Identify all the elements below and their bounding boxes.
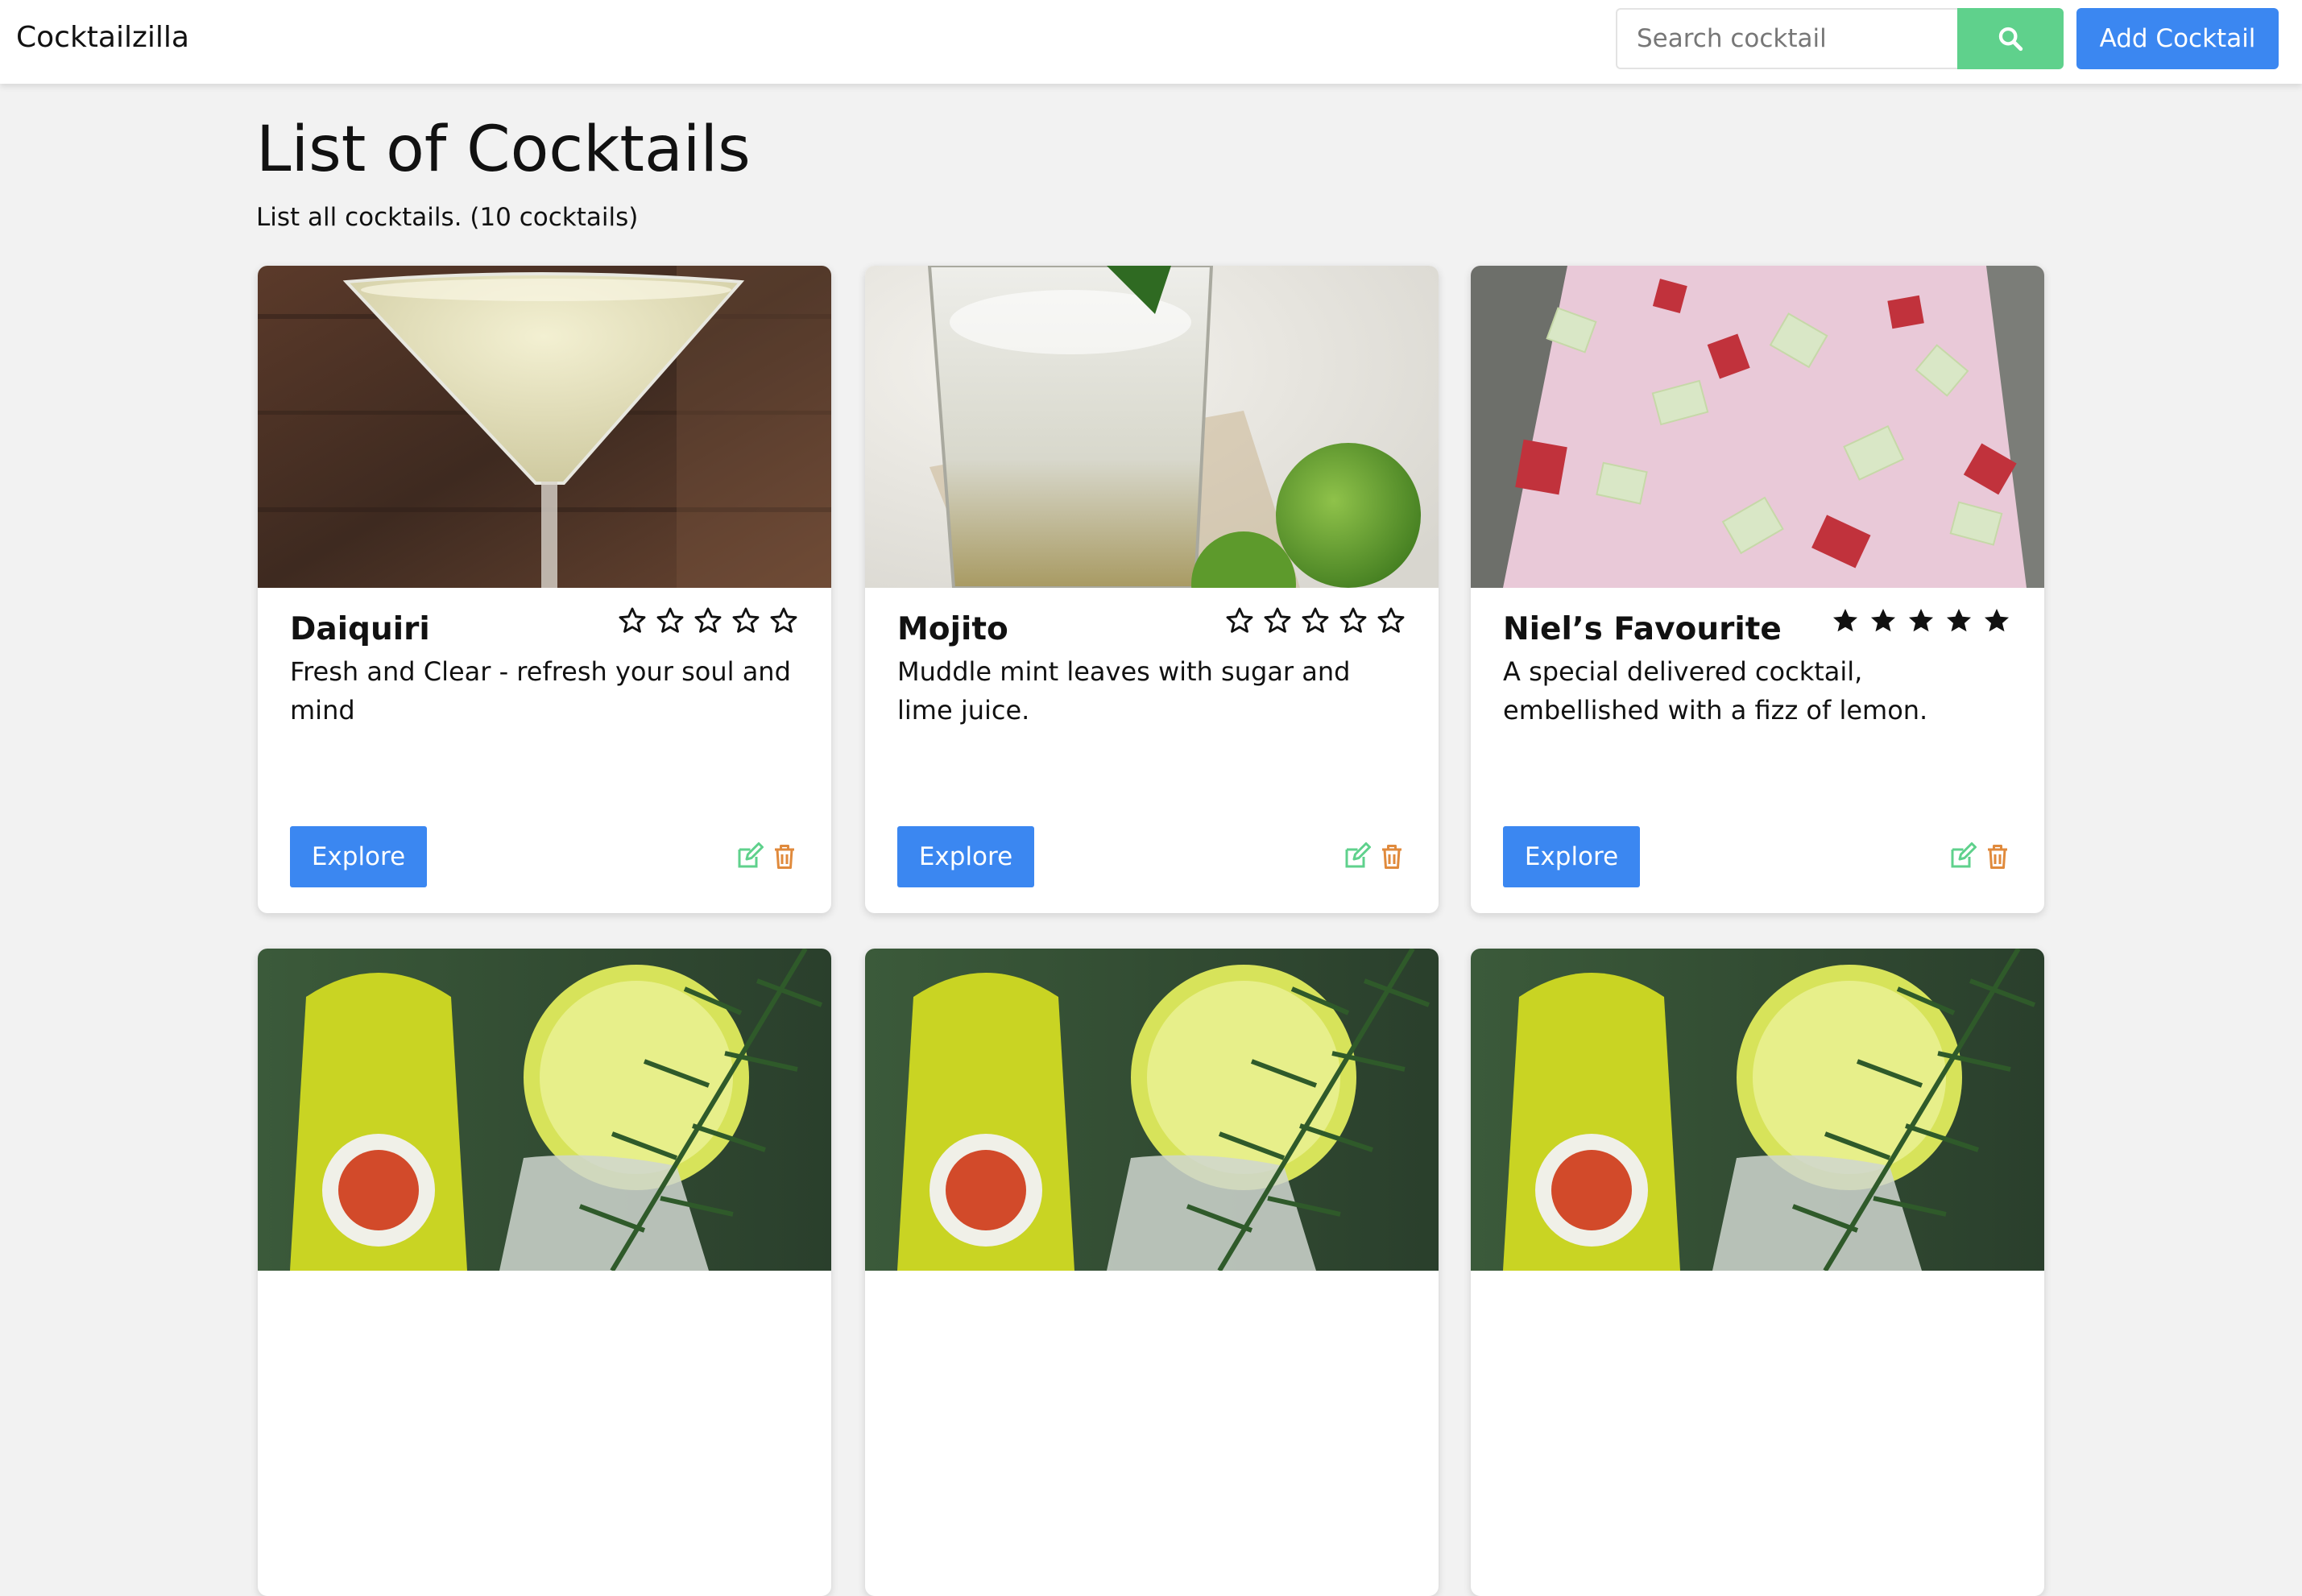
card-image[interactable] bbox=[865, 266, 1439, 588]
card-title: Daiquiri bbox=[290, 611, 430, 647]
brand-logo[interactable]: Cocktailzilla bbox=[16, 20, 189, 56]
star-outline-icon[interactable] bbox=[1376, 606, 1406, 636]
star-filled-icon[interactable] bbox=[1906, 606, 1936, 636]
cocktail-card bbox=[258, 949, 831, 1596]
navbar: Cocktailzilla Add Cocktail bbox=[0, 0, 2302, 84]
star-outline-icon[interactable] bbox=[1338, 606, 1368, 636]
card-description: Fresh and Clear - refresh your soul and … bbox=[290, 656, 791, 726]
search-input[interactable] bbox=[1616, 8, 1957, 69]
cocktail-card: Mojito Muddle mint leaves with sugar and… bbox=[865, 266, 1439, 913]
rosemary-lime-cocktail-photo bbox=[258, 949, 831, 1271]
star-filled-icon[interactable] bbox=[1830, 606, 1861, 636]
cocktail-card: Niel’s Favourite A special delivered coc… bbox=[1471, 266, 2044, 913]
search-icon bbox=[1998, 27, 2023, 52]
cocktail-card bbox=[1471, 949, 2044, 1596]
page-title: List of Cocktails bbox=[256, 114, 751, 186]
card-image[interactable] bbox=[865, 949, 1439, 1271]
star-rating[interactable] bbox=[1224, 606, 1406, 636]
add-cocktail-button[interactable]: Add Cocktail bbox=[2076, 8, 2279, 69]
star-outline-icon[interactable] bbox=[1300, 606, 1331, 636]
card-actions bbox=[1948, 842, 2012, 871]
card-description: A special delivered cocktail, embellishe… bbox=[1503, 656, 1928, 726]
card-actions bbox=[1342, 842, 1406, 871]
cocktail-card: Daiquiri Fresh and Clear - refresh your … bbox=[258, 266, 831, 913]
card-actions bbox=[735, 842, 799, 871]
star-outline-icon[interactable] bbox=[655, 606, 685, 636]
edit-icon[interactable] bbox=[1342, 842, 1371, 871]
search-button[interactable] bbox=[1957, 8, 2064, 69]
trash-icon[interactable] bbox=[1983, 842, 2012, 871]
card-description: Muddle mint leaves with sugar and lime j… bbox=[897, 656, 1351, 726]
trash-icon[interactable] bbox=[770, 842, 799, 871]
cocktail-card bbox=[865, 949, 1439, 1596]
rosemary-lime-cocktail-photo bbox=[865, 949, 1439, 1271]
page-subtitle: List all cocktails. (10 cocktails) bbox=[256, 203, 639, 232]
star-outline-icon[interactable] bbox=[1262, 606, 1293, 636]
mojito-photo bbox=[865, 266, 1439, 588]
card-image[interactable] bbox=[258, 266, 831, 588]
trash-icon[interactable] bbox=[1377, 842, 1406, 871]
daiquiri-photo bbox=[258, 266, 831, 588]
edit-icon[interactable] bbox=[1948, 842, 1977, 871]
card-image[interactable] bbox=[1471, 949, 2044, 1271]
explore-button[interactable]: Explore bbox=[290, 826, 427, 887]
star-rating[interactable] bbox=[1830, 606, 2012, 636]
star-outline-icon[interactable] bbox=[1224, 606, 1255, 636]
explore-button[interactable]: Explore bbox=[897, 826, 1034, 887]
card-title: Mojito bbox=[897, 611, 1008, 647]
rosemary-lime-cocktail-photo bbox=[1471, 949, 2044, 1271]
star-rating[interactable] bbox=[617, 606, 799, 636]
star-outline-icon[interactable] bbox=[617, 606, 648, 636]
star-outline-icon[interactable] bbox=[731, 606, 761, 636]
edit-icon[interactable] bbox=[735, 842, 764, 871]
explore-button[interactable]: Explore bbox=[1503, 826, 1640, 887]
card-title: Niel’s Favourite bbox=[1503, 611, 1782, 647]
card-image[interactable] bbox=[258, 949, 831, 1271]
card-image[interactable] bbox=[1471, 266, 2044, 588]
star-outline-icon[interactable] bbox=[768, 606, 799, 636]
star-filled-icon[interactable] bbox=[1981, 606, 2012, 636]
fruit-punch-photo bbox=[1471, 266, 2044, 588]
star-filled-icon[interactable] bbox=[1944, 606, 1974, 636]
star-outline-icon[interactable] bbox=[693, 606, 723, 636]
star-filled-icon[interactable] bbox=[1868, 606, 1898, 636]
